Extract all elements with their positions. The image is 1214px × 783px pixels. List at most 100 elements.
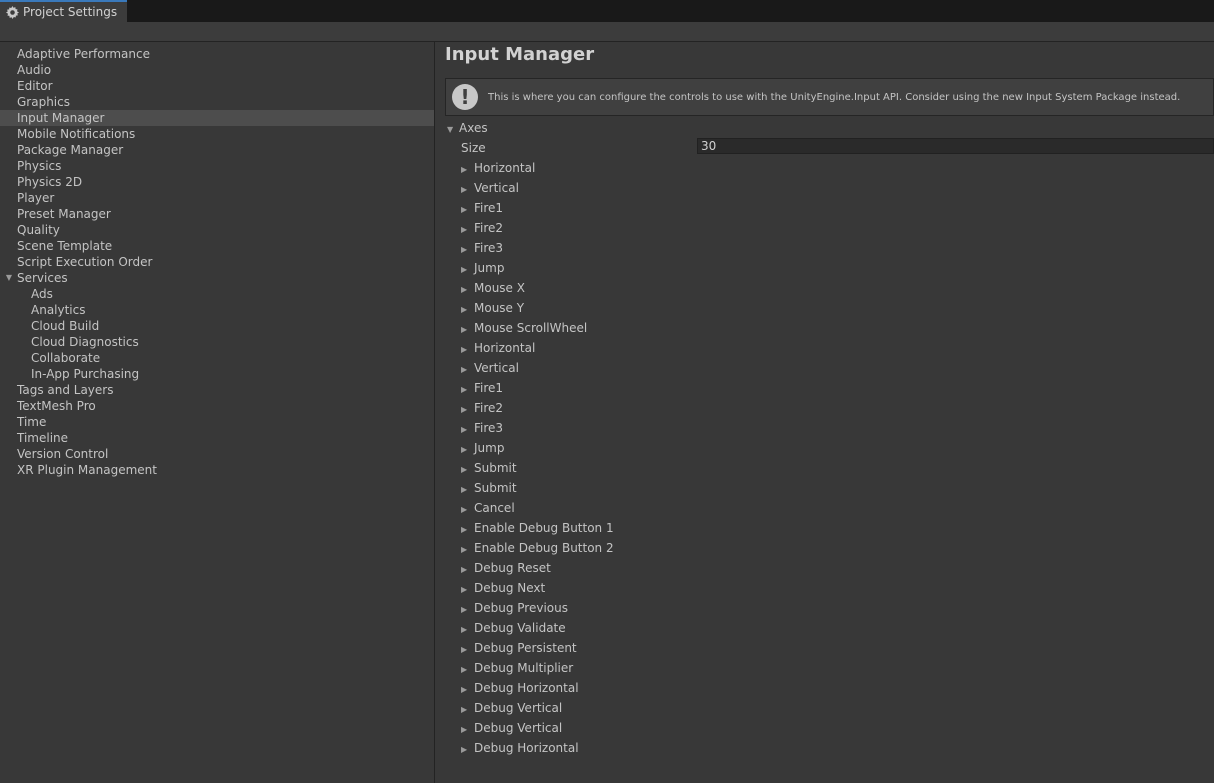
sidebar-item[interactable]: Version Control (0, 446, 434, 462)
sidebar-item[interactable]: Physics (0, 158, 434, 174)
axis-label: Mouse ScrollWheel (474, 321, 588, 335)
axis-label: Fire2 (474, 221, 504, 235)
window-tab-bar: Project Settings (0, 0, 1214, 22)
sidebar-item[interactable]: Preset Manager (0, 206, 434, 222)
axis-foldout[interactable]: ▶ Debug Persistent (461, 640, 961, 660)
axis-foldout[interactable]: ▶ Mouse ScrollWheel (461, 320, 961, 340)
sidebar-item[interactable]: In-App Purchasing (0, 366, 434, 382)
sidebar-item[interactable]: Analytics (0, 302, 434, 318)
page-title: Input Manager (445, 44, 595, 65)
sidebar-item[interactable]: Tags and Layers (0, 382, 434, 398)
triangle-down-icon: ▼ (447, 125, 454, 134)
axis-foldout[interactable]: ▶ Enable Debug Button 2 (461, 540, 961, 560)
sidebar-item[interactable]: Cloud Build (0, 318, 434, 334)
sidebar-item[interactable]: Collaborate (0, 350, 434, 366)
axis-foldout[interactable]: ▶ Mouse X (461, 280, 961, 300)
axis-label: Debug Persistent (474, 641, 577, 655)
sidebar-item[interactable]: Adaptive Performance (0, 46, 434, 62)
axis-foldout[interactable]: ▶ Fire3 (461, 420, 961, 440)
axis-foldout[interactable]: ▶ Fire1 (461, 380, 961, 400)
axis-label: Fire1 (474, 201, 504, 215)
sidebar-item[interactable]: Scene Template (0, 238, 434, 254)
axis-label: Horizontal (474, 161, 536, 175)
sidebar-item-label: Adaptive Performance (17, 47, 150, 61)
sidebar-item[interactable]: Physics 2D (0, 174, 434, 190)
axis-label: Debug Vertical (474, 721, 563, 735)
triangle-right-icon: ▶ (461, 685, 468, 694)
axis-foldout[interactable]: ▶ Debug Next (461, 580, 961, 600)
triangle-right-icon: ▶ (461, 325, 468, 334)
axis-foldout[interactable]: ▶ Vertical (461, 360, 961, 380)
axis-label: Vertical (474, 181, 519, 195)
sidebar-item-label: Player (17, 191, 55, 205)
tab-title: Project Settings (23, 5, 118, 19)
axis-foldout[interactable]: ▶ Vertical (461, 180, 961, 200)
axis-foldout[interactable]: ▶ Horizontal (461, 160, 961, 180)
sidebar-item[interactable]: ▼ Services (0, 270, 434, 286)
sidebar-item[interactable]: Timeline (0, 430, 434, 446)
axis-label: Vertical (474, 361, 519, 375)
sidebar-item[interactable]: Script Execution Order (0, 254, 434, 270)
project-settings-tab[interactable]: Project Settings (0, 0, 127, 22)
triangle-right-icon: ▶ (461, 665, 468, 674)
triangle-right-icon: ▶ (461, 425, 468, 434)
sidebar-item[interactable]: Editor (0, 78, 434, 94)
sidebar-item[interactable]: Time (0, 414, 434, 430)
axis-label: Horizontal (474, 341, 536, 355)
sidebar-item[interactable]: Ads (0, 286, 434, 302)
axis-foldout[interactable]: ▶ Debug Vertical (461, 720, 961, 740)
triangle-down-icon[interactable]: ▼ (4, 270, 14, 286)
axis-foldout[interactable]: ▶ Fire2 (461, 220, 961, 240)
sidebar-item[interactable]: Audio (0, 62, 434, 78)
axis-foldout[interactable]: ▶ Debug Vertical (461, 700, 961, 720)
help-box: ! This is where you can configure the co… (445, 78, 1214, 116)
axis-label: Enable Debug Button 1 (474, 521, 614, 535)
help-message: This is where you can configure the cont… (488, 91, 1181, 103)
sidebar-item[interactable]: TextMesh Pro (0, 398, 434, 414)
axis-foldout[interactable]: ▶ Debug Multiplier (461, 660, 961, 680)
axis-foldout[interactable]: ▶ Debug Horizontal (461, 740, 961, 760)
axis-foldout[interactable]: ▶ Fire2 (461, 400, 961, 420)
axis-foldout[interactable]: ▶ Horizontal (461, 340, 961, 360)
axis-label: Submit (474, 461, 517, 475)
sidebar-item-label: Time (17, 415, 47, 429)
axes-foldout[interactable]: ▼ Axes (447, 120, 488, 136)
sidebar-item-label: Ads (31, 287, 53, 301)
sidebar-item[interactable]: Input Manager (0, 110, 434, 126)
axis-foldout[interactable]: ▶ Enable Debug Button 1 (461, 520, 961, 540)
axis-foldout[interactable]: ▶ Submit (461, 480, 961, 500)
sidebar-item[interactable]: Player (0, 190, 434, 206)
sidebar-item-label: Physics 2D (17, 175, 83, 189)
axis-foldout[interactable]: ▶ Fire3 (461, 240, 961, 260)
triangle-right-icon: ▶ (461, 525, 468, 534)
axis-foldout[interactable]: ▶ Debug Validate (461, 620, 961, 640)
sidebar-item-label: Audio (17, 63, 52, 77)
sidebar-item-label: Graphics (17, 95, 70, 109)
size-input[interactable]: 30 (697, 138, 1214, 154)
sidebar-item[interactable]: XR Plugin Management (0, 462, 434, 478)
axis-foldout[interactable]: ▶ Debug Previous (461, 600, 961, 620)
axis-foldout[interactable]: ▶ Jump (461, 260, 961, 280)
sidebar-item[interactable]: Package Manager (0, 142, 434, 158)
toolbar (0, 22, 1214, 42)
axis-foldout[interactable]: ▶ Cancel (461, 500, 961, 520)
sidebar-item[interactable]: Quality (0, 222, 434, 238)
triangle-right-icon: ▶ (461, 385, 468, 394)
sidebar-item-label: Mobile Notifications (17, 127, 136, 141)
axis-foldout[interactable]: ▶ Fire1 (461, 200, 961, 220)
axis-label: Debug Vertical (474, 701, 563, 715)
axis-foldout[interactable]: ▶ Mouse Y (461, 300, 961, 320)
axis-foldout[interactable]: ▶ Jump (461, 440, 961, 460)
sidebar-item[interactable]: Mobile Notifications (0, 126, 434, 142)
sidebar-item-label: Cloud Diagnostics (31, 335, 139, 349)
axis-foldout[interactable]: ▶ Submit (461, 460, 961, 480)
axis-label: Debug Next (474, 581, 546, 595)
axis-label: Jump (474, 441, 505, 455)
triangle-right-icon: ▶ (461, 165, 468, 174)
axis-label: Fire3 (474, 421, 504, 435)
sidebar-item[interactable]: Graphics (0, 94, 434, 110)
axis-label: Debug Previous (474, 601, 568, 615)
axis-foldout[interactable]: ▶ Debug Horizontal (461, 680, 961, 700)
sidebar-item[interactable]: Cloud Diagnostics (0, 334, 434, 350)
axis-foldout[interactable]: ▶ Debug Reset (461, 560, 961, 580)
